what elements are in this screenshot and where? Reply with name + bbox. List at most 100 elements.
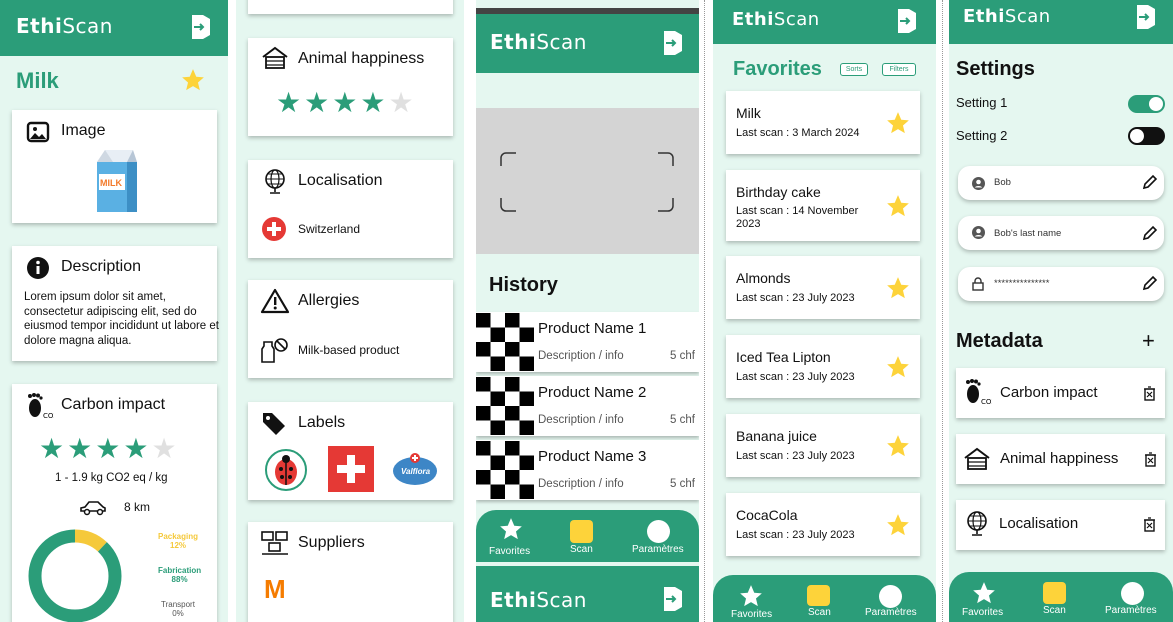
first-name-field[interactable]: Bob <box>958 166 1164 200</box>
nav-scan[interactable]: Scan <box>808 607 831 618</box>
localisation-card-title: Localisation <box>298 172 383 189</box>
edit-pencil-icon[interactable] <box>1142 275 1158 291</box>
bottom-nav: Favorites Scan Paramètres <box>476 510 699 562</box>
logout-icon[interactable] <box>662 30 684 56</box>
camera-viewfinder[interactable] <box>476 108 699 254</box>
favorite-date: Last scan : 23 July 2023 <box>736 529 855 541</box>
star-filled-icon: ★ <box>95 433 121 464</box>
distance-text: 8 km <box>124 500 151 514</box>
metadata-label: Localisation <box>999 515 1079 532</box>
favorite-star-icon[interactable] <box>885 354 911 380</box>
lock-icon <box>972 277 984 291</box>
allergy-item-text: Milk-based product <box>298 343 400 357</box>
history-title: History <box>489 274 558 296</box>
last-name-value: Bob's last name <box>994 228 1062 239</box>
description-card-title: Description <box>61 258 142 275</box>
nav-settings[interactable]: Paramètres <box>1105 605 1157 616</box>
delete-icon[interactable] <box>1143 517 1156 532</box>
suppliers-card: Suppliers M <box>248 522 453 622</box>
app-header: EthiScan <box>476 14 699 73</box>
favorite-item[interactable]: CocaCola Last scan : 23 July 2023 <box>726 493 920 556</box>
favorite-name: Milk <box>736 105 761 121</box>
favorite-star-icon[interactable] <box>885 193 911 219</box>
swiss-flag-label[interactable] <box>328 446 374 492</box>
image-card-title: Image <box>61 122 106 139</box>
favorites-title: Favorites <box>733 58 822 80</box>
metadata-item-carbon: CO2 Carbon impact <box>956 368 1165 418</box>
metadata-label: Carbon impact <box>1000 384 1098 401</box>
password-field[interactable]: *************** <box>958 267 1164 301</box>
logout-icon[interactable] <box>662 586 684 612</box>
filters-button[interactable]: Filters <box>882 63 916 76</box>
logout-icon[interactable] <box>190 14 212 40</box>
delete-icon[interactable] <box>1144 452 1157 467</box>
logout-icon[interactable] <box>1135 4 1157 30</box>
favorite-star-icon[interactable] <box>885 512 911 538</box>
settings-title: Settings <box>956 58 1035 80</box>
nav-settings[interactable]: Paramètres <box>865 607 917 618</box>
favorite-item[interactable]: Banana juice Last scan : 23 July 2023 <box>726 414 920 477</box>
scan-frame-icon <box>500 152 674 212</box>
nav-scan[interactable]: Scan <box>570 544 593 555</box>
nav-favorites[interactable]: Favorites <box>489 546 530 557</box>
last-name-field[interactable]: Bob's last name <box>958 216 1164 250</box>
sorts-button[interactable]: Sorts <box>840 63 868 76</box>
favorite-star-icon[interactable] <box>885 110 911 136</box>
favorite-star-icon[interactable] <box>885 433 911 459</box>
favorite-name: Almonds <box>736 270 791 286</box>
migros-logo[interactable]: M <box>264 574 286 605</box>
product-placeholder-image <box>476 441 534 499</box>
favorite-item[interactable]: Iced Tea Lipton Last scan : 23 July 2023 <box>726 335 920 398</box>
history-row[interactable]: Product Name 2 Description / info 5 chf <box>476 376 699 436</box>
delete-icon[interactable] <box>1143 386 1156 401</box>
footprint-icon: CO2 <box>28 393 54 420</box>
app-logo: EthiScan <box>732 9 820 30</box>
description-card: Description Lorem ipsum dolor sit amet, … <box>12 246 219 361</box>
scan-history-screen: EthiScan History Product Name 1 Descript… <box>476 0 699 622</box>
nav-favorites[interactable]: Favorites <box>962 607 1003 618</box>
setting-1-toggle[interactable] <box>1128 95 1165 113</box>
favorite-date: Last scan : 14 November 2023 <box>736 205 859 230</box>
app-header: EthiScan <box>949 0 1173 44</box>
settings-nav-circle-icon <box>647 520 670 543</box>
app-logo: EthiScan <box>490 588 587 612</box>
svg-text:CO2: CO2 <box>43 412 54 420</box>
history-row[interactable]: Product Name 1 Description / info 5 chf <box>476 312 699 372</box>
carbon-impact-card: CO2 Carbon impact ★★★★★ 1 - 1.9 kg CO2 e… <box>12 384 217 622</box>
animal-rating: ★ ★ ★ ★ ★ <box>276 86 414 119</box>
metadata-title: Metadata <box>956 330 1043 352</box>
nav-scan[interactable]: Scan <box>1043 605 1066 616</box>
product-name: Product Name 1 <box>538 320 647 337</box>
setting-2-toggle[interactable] <box>1128 127 1165 145</box>
favorite-name: Birthday cake <box>736 184 821 200</box>
ladybug-label[interactable] <box>264 448 308 492</box>
breakdown-fabrication: Fabrication 88% <box>158 566 202 584</box>
animal-card-title: Animal happiness <box>298 50 425 67</box>
globe-icon <box>967 511 987 536</box>
star-empty-icon: ★ <box>151 433 177 464</box>
favorite-item[interactable]: Milk Last scan : 3 March 2024 <box>726 91 920 154</box>
carbon-card-title: Carbon impact <box>61 396 166 413</box>
add-metadata-button[interactable]: + <box>1142 328 1155 354</box>
favorite-star-icon[interactable] <box>885 275 911 301</box>
favorite-star-icon[interactable] <box>180 67 206 93</box>
edit-pencil-icon[interactable] <box>1142 174 1158 190</box>
favorites-screen: EthiScan Favorites Sorts Filters Milk La… <box>713 0 936 622</box>
logout-icon[interactable] <box>896 8 918 34</box>
milk-allergen-icon <box>261 338 288 363</box>
favorite-item[interactable]: Almonds Last scan : 23 July 2023 <box>726 256 920 319</box>
footprint-icon: CO2 <box>966 379 992 406</box>
favorite-date: Last scan : 3 March 2024 <box>736 127 860 139</box>
person-icon <box>972 226 985 239</box>
breakdown-transport: Transport 0% <box>161 600 195 618</box>
star-filled-icon: ★ <box>332 87 358 118</box>
nav-settings[interactable]: Paramètres <box>632 544 684 555</box>
favorite-item[interactable]: Birthday cake Last scan : 14 November 20… <box>726 170 920 241</box>
nav-favorites[interactable]: Favorites <box>731 609 772 620</box>
history-row[interactable]: Product Name 3 Description / info 5 chf <box>476 440 699 500</box>
star-filled-icon: ★ <box>39 433 65 464</box>
globe-icon <box>265 169 285 194</box>
favorite-date: Last scan : 23 July 2023 <box>736 292 855 304</box>
favorite-name: Iced Tea Lipton <box>736 349 831 365</box>
edit-pencil-icon[interactable] <box>1142 225 1158 241</box>
